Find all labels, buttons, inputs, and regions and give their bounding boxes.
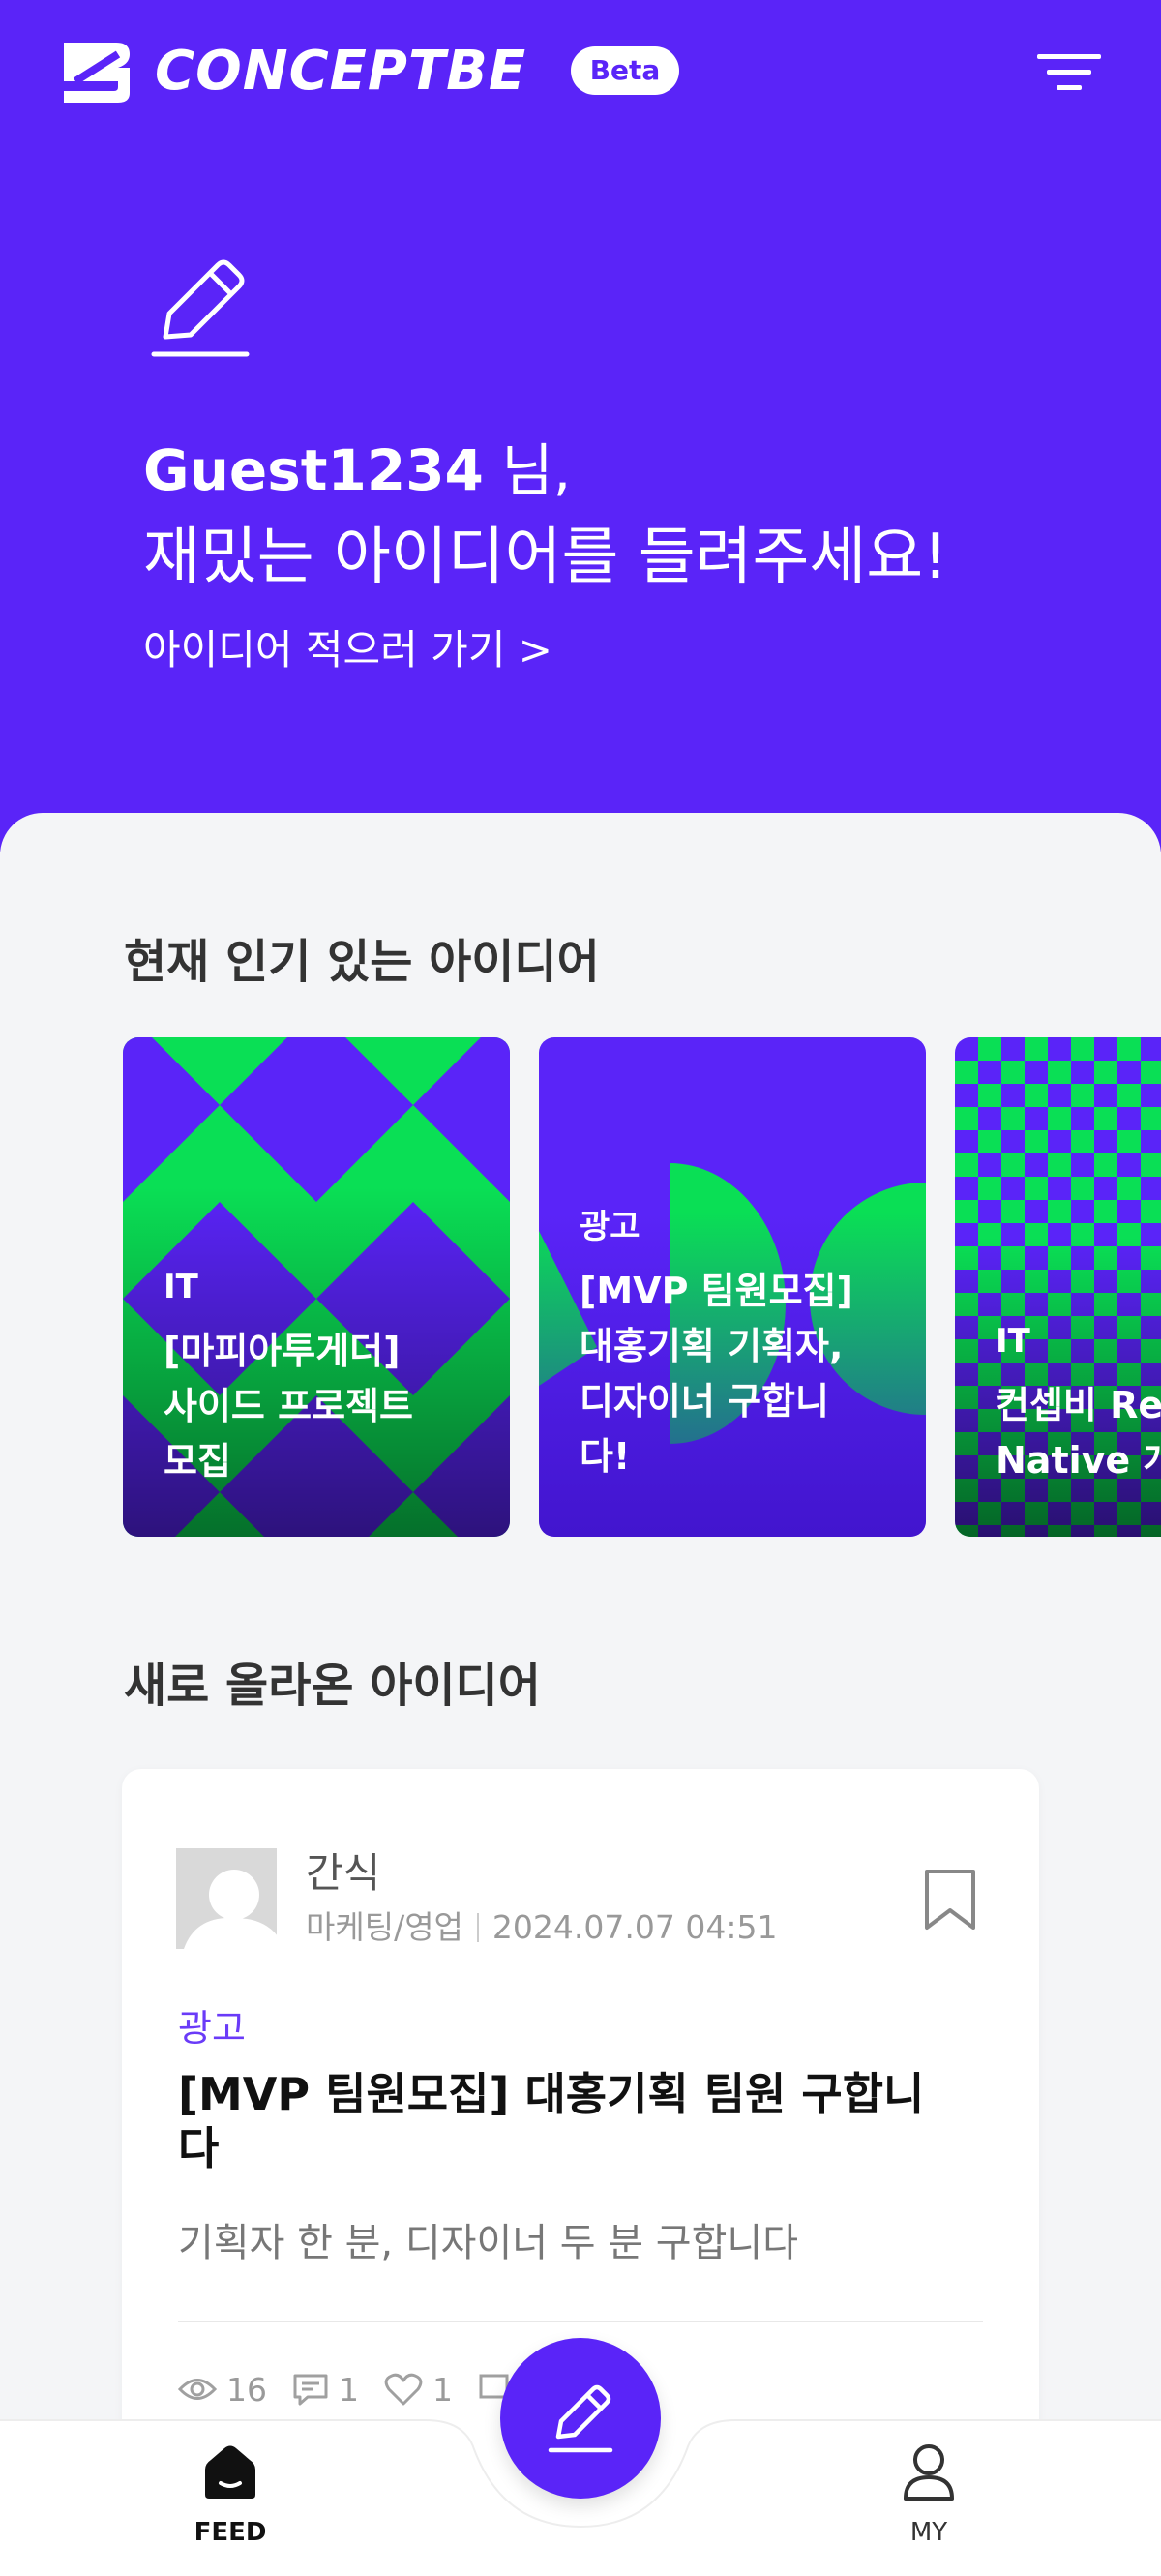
author-name: 간식: [306, 1849, 381, 1897]
card-title: 컨셉비 Re Native 개: [996, 1384, 1161, 1482]
brand-logo-icon[interactable]: [58, 39, 134, 106]
views-stat: 16: [178, 2371, 267, 2409]
write-idea-button[interactable]: [500, 2338, 661, 2499]
hero-subtitle: 재밌는 아이디어를 들려주세요!: [143, 522, 948, 593]
meta-divider: [476, 1913, 479, 1942]
card-text: IT [마피아투게더] 사이드 프로젝트 모집: [164, 1260, 491, 1489]
nav-feed-label: FEED: [194, 2518, 267, 2547]
bookmark-icon[interactable]: [921, 1866, 979, 1933]
nav-my-label: MY: [909, 2518, 948, 2547]
write-idea-link[interactable]: 아이디어 적으러 가기 >: [143, 623, 552, 677]
card-category: IT: [996, 1322, 1030, 1361]
views-count: 16: [226, 2370, 267, 2409]
profile-icon: [904, 2444, 954, 2501]
app-screen: CONCEPTBE Beta Guest1234 님, 재밌는 아이디어를 들려…: [0, 0, 1161, 2576]
heart-icon: [384, 2373, 423, 2406]
default-avatar-icon: [176, 1848, 277, 1949]
likes-stat[interactable]: 1: [384, 2371, 453, 2409]
card-text: IT 컨셉비 Re Native 개: [996, 1314, 1161, 1488]
card-category: 광고: [580, 1208, 640, 1246]
hero-greeting: Guest1234 님,: [143, 434, 571, 507]
popular-card[interactable]: IT [마피아투게더] 사이드 프로젝트 모집: [123, 1037, 510, 1537]
hero-banner: CONCEPTBE Beta Guest1234 님, 재밌는 아이디어를 들려…: [0, 0, 1161, 852]
nav-my[interactable]: MY: [832, 2441, 1026, 2549]
post-datetime: 2024.07.07 04:51: [491, 1908, 778, 1946]
comments-stat[interactable]: 1: [292, 2371, 359, 2409]
card-title: [마피아투게더] 사이드 프로젝트 모집: [164, 1330, 413, 1483]
likes-count: 1: [432, 2370, 453, 2409]
post-stats: 16 1 1: [178, 2365, 550, 2413]
beta-badge: Beta: [571, 46, 679, 95]
post-body: 기획자 한 분, 디자이너 두 분 구합니다: [178, 2221, 799, 2265]
author-department: 마케팅/영업: [306, 1908, 463, 1946]
card-title: [MVP 팀원모집] 대홍기획 기획자, 디자이너 구합니 다!: [580, 1270, 853, 1478]
hero-honorific: 님,: [483, 437, 572, 503]
nav-feed[interactable]: FEED: [134, 2441, 327, 2549]
post-category: 광고: [178, 2007, 246, 2050]
brand-name: CONCEPTBE: [155, 40, 527, 103]
new-ideas-section-title: 새로 올라온 아이디어: [124, 1659, 541, 1713]
divider: [178, 2321, 983, 2322]
card-text: 광고 [MVP 팀원모집] 대홍기획 기획자, 디자이너 구합니 다!: [580, 1200, 907, 1484]
pencil-icon: [151, 259, 250, 357]
filter-menu-icon[interactable]: [1035, 46, 1103, 97]
post-title[interactable]: [MVP 팀원모집] 대홍기획 팀원 구합니 다: [178, 2067, 1000, 2175]
avatar: [176, 1848, 277, 1949]
card-category: IT: [164, 1268, 198, 1306]
eye-icon: [178, 2379, 217, 2400]
home-icon: [205, 2445, 255, 2499]
author-meta: 마케팅/영업 2024.07.07 04:51: [306, 1906, 777, 1949]
popular-section-title: 현재 인기 있는 아이디어: [124, 935, 600, 989]
hero-username: Guest1234: [143, 437, 484, 503]
popular-carousel[interactable]: IT [마피아투게더] 사이드 프로젝트 모집 광고 [MVP 팀원모집] 대홍…: [0, 1037, 1161, 1537]
comments-count: 1: [339, 2370, 359, 2409]
pencil-icon: [548, 2384, 613, 2453]
popular-card[interactable]: 광고 [MVP 팀원모집] 대홍기획 기획자, 디자이너 구합니 다!: [539, 1037, 926, 1537]
top-bar: CONCEPTBE Beta: [0, 0, 1161, 145]
comment-icon: [293, 2374, 328, 2406]
popular-card[interactable]: IT 컨셉비 Re Native 개: [955, 1037, 1161, 1537]
